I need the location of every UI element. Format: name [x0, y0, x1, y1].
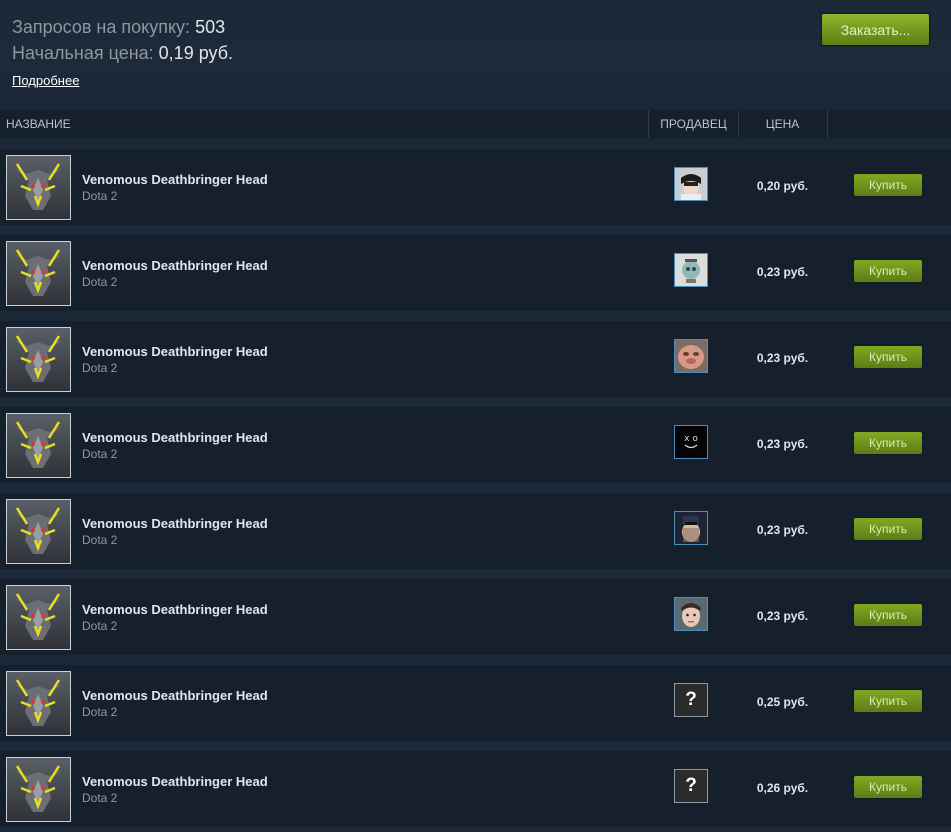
item-thumbnail[interactable] — [6, 757, 71, 822]
listing-price: 0,23 руб. — [756, 609, 809, 623]
item-name[interactable]: Venomous Deathbringer Head — [82, 430, 268, 445]
unknown-avatar-icon[interactable]: ? — [674, 683, 708, 717]
listing-price: 0,23 руб. — [756, 265, 809, 279]
seller-avatar-4[interactable]: x o — [674, 425, 708, 459]
column-header-name: НАЗВАНИЕ — [6, 117, 71, 131]
buy-button[interactable]: Купить — [854, 776, 922, 798]
unknown-avatar-icon[interactable]: ? — [674, 769, 708, 803]
item-name[interactable]: Venomous Deathbringer Head — [82, 258, 268, 273]
item-name[interactable]: Venomous Deathbringer Head — [82, 602, 268, 617]
listing-price: 0,26 руб. — [756, 781, 809, 795]
buy-button[interactable]: Купить — [854, 690, 922, 712]
item-game: Dota 2 — [82, 361, 118, 375]
buy-requests-count: 503 — [195, 17, 226, 37]
seller-avatar-5[interactable] — [674, 511, 708, 545]
listing-price: 0,23 руб. — [756, 437, 809, 451]
listing-row: Venomous Deathbringer Head Dota 2 0,23 руб… — [0, 235, 951, 311]
buy-button[interactable]: Купить — [854, 432, 922, 454]
buy-button[interactable]: Купить — [854, 346, 922, 368]
listing-row: Venomous Deathbringer Head Dota 2 0,23 руб… — [0, 321, 951, 397]
item-thumbnail[interactable] — [6, 327, 71, 392]
buy-button[interactable]: Купить — [854, 604, 922, 626]
item-name[interactable]: Venomous Deathbringer Head — [82, 688, 268, 703]
listing-row: Venomous Deathbringer Head Dota 2 0,23 руб… — [0, 493, 951, 569]
starting-price-label: Начальная цена: — [12, 43, 154, 63]
seller-avatar-6[interactable] — [674, 597, 708, 631]
item-name[interactable]: Venomous Deathbringer Head — [82, 344, 268, 359]
buy-requests-label: Запросов на покупку: — [12, 17, 191, 37]
item-game: Dota 2 — [82, 275, 118, 289]
buy-button[interactable]: Купить — [854, 174, 922, 196]
seller-avatar-1[interactable] — [674, 167, 708, 201]
listing-row: Venomous Deathbringer Head Dota 2 0,20 руб… — [0, 149, 951, 225]
buy-button[interactable]: Купить — [854, 260, 922, 282]
more-details-link[interactable]: Подробнее — [12, 73, 79, 88]
item-thumbnail[interactable] — [6, 241, 71, 306]
item-thumbnail[interactable] — [6, 671, 71, 736]
column-header-seller: ПРОДАВЕЦ — [648, 110, 739, 138]
item-game: Dota 2 — [82, 619, 118, 633]
item-name[interactable]: Venomous Deathbringer Head — [82, 774, 268, 789]
listing-price: 0,23 руб. — [756, 523, 809, 537]
item-game: Dota 2 — [82, 791, 118, 805]
listing-price: 0,23 руб. — [756, 351, 809, 365]
item-thumbnail[interactable] — [6, 155, 71, 220]
item-thumbnail[interactable] — [6, 499, 71, 564]
listing-row: Venomous Deathbringer Head Dota 2? 0,26 ру… — [0, 751, 951, 827]
item-name[interactable]: Venomous Deathbringer Head — [82, 172, 268, 187]
item-thumbnail[interactable] — [6, 413, 71, 478]
place-order-button[interactable]: Заказать... — [822, 14, 929, 45]
buy-requests-line: Запросов на покупку: 503 — [12, 17, 225, 38]
buy-button[interactable]: Купить — [854, 518, 922, 540]
listing-price: 0,20 руб. — [756, 179, 809, 193]
order-summary-panel: Запросов на покупку: 503 Начальная цена:… — [0, 0, 951, 100]
listing-price: 0,25 руб. — [756, 695, 809, 709]
listing-row: Venomous Deathbringer Head Dota 2 x o 0,23 … — [0, 407, 951, 483]
listing-row: Venomous Deathbringer Head Dota 2? 0,25 ру… — [0, 665, 951, 741]
starting-price-line: Начальная цена: 0,19 руб. — [12, 43, 233, 64]
item-name[interactable]: Venomous Deathbringer Head — [82, 516, 268, 531]
seller-avatar-3[interactable] — [674, 339, 708, 373]
item-game: Dota 2 — [82, 533, 118, 547]
seller-avatar-2[interactable] — [674, 253, 708, 287]
starting-price-value: 0,19 руб. — [158, 43, 234, 63]
item-game: Dota 2 — [82, 705, 118, 719]
item-game: Dota 2 — [82, 189, 118, 203]
listing-row: Venomous Deathbringer Head Dota 2 0,23 руб… — [0, 579, 951, 655]
column-header-price: ЦЕНА — [738, 110, 828, 138]
item-game: Dota 2 — [82, 447, 118, 461]
listings-table-header: НАЗВАНИЕ ПРОДАВЕЦ ЦЕНА — [0, 110, 951, 138]
svg-text:x o: x o — [684, 434, 698, 444]
item-thumbnail[interactable] — [6, 585, 71, 650]
